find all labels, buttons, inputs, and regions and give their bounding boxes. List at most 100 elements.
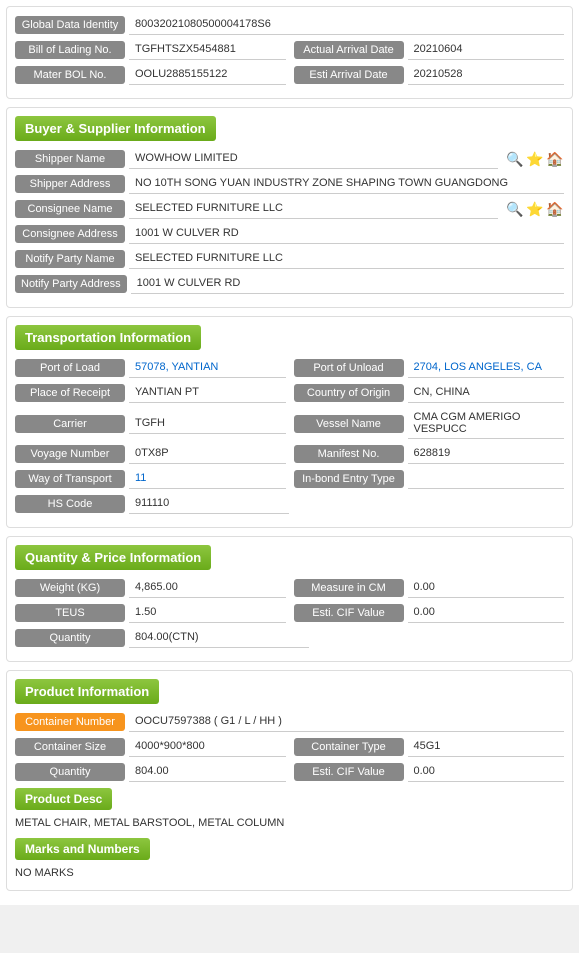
star-icon[interactable]: ⭐	[526, 150, 544, 168]
product-qty-group: Quantity 804.00	[15, 762, 286, 782]
vessel-name-group: Vessel Name CMA CGM AMERIGO VESPUCC	[294, 408, 565, 439]
global-data-identity-row: Global Data Identity 8003202108050000417…	[15, 15, 564, 35]
bol-group: Bill of Lading No. TGFHTSZX5454881	[15, 40, 286, 60]
shipper-name-label: Shipper Name	[15, 150, 125, 168]
port-load-group: Port of Load 57078, YANTIAN	[15, 358, 286, 378]
container-size-row: Container Size 4000*900*800 Container Ty…	[15, 737, 564, 757]
country-origin-value: CN, CHINA	[408, 383, 565, 403]
way-transport-label: Way of Transport	[15, 470, 125, 488]
actual-arrival-group: Actual Arrival Date 20210604	[294, 40, 565, 60]
bol-row: Bill of Lading No. TGFHTSZX5454881 Actua…	[15, 40, 564, 60]
identity-section: Global Data Identity 8003202108050000417…	[6, 6, 573, 99]
actual-arrival-label: Actual Arrival Date	[294, 41, 404, 59]
product-desc-button[interactable]: Product Desc	[15, 788, 112, 810]
hs-code-row: HS Code 911110	[15, 494, 564, 514]
country-origin-label: Country of Origin	[294, 384, 404, 402]
port-load-value: 57078, YANTIAN	[129, 358, 286, 378]
product-header: Product Information	[15, 679, 159, 704]
shipper-address-label: Shipper Address	[15, 175, 125, 193]
manifest-label: Manifest No.	[294, 445, 404, 463]
place-receipt-group: Place of Receipt YANTIAN PT	[15, 383, 286, 403]
shipper-name-icons: 🔍 ⭐ 🏠	[504, 150, 564, 168]
voyage-group: Voyage Number 0TX8P	[15, 444, 286, 464]
way-transport-value: 11	[129, 469, 286, 489]
star-icon-2[interactable]: ⭐	[526, 200, 544, 218]
measure-value: 0.00	[408, 578, 565, 598]
measure-label: Measure in CM	[294, 579, 404, 597]
inbond-label: In-bond Entry Type	[294, 470, 404, 488]
notify-party-address-label: Notify Party Address	[15, 275, 127, 293]
home-icon-2[interactable]: 🏠	[546, 200, 564, 218]
way-transport-group: Way of Transport 11	[15, 469, 286, 489]
home-icon[interactable]: 🏠	[546, 150, 564, 168]
container-size-label: Container Size	[15, 738, 125, 756]
voyage-label: Voyage Number	[15, 445, 125, 463]
product-esti-label: Esti. CIF Value	[294, 763, 404, 781]
notify-party-name-value: SELECTED FURNITURE LLC	[129, 249, 564, 269]
actual-arrival-value: 20210604	[408, 40, 565, 60]
search-icon[interactable]: 🔍	[506, 150, 524, 168]
global-data-identity-value: 80032021080500004178S6	[129, 15, 564, 35]
shipper-name-row: Shipper Name WOWHOW LIMITED 🔍 ⭐ 🏠	[15, 149, 564, 169]
transport-row: Way of Transport 11 In-bond Entry Type	[15, 469, 564, 489]
port-unload-group: Port of Unload 2704, LOS ANGELES, CA	[294, 358, 565, 378]
notify-party-address-value: 1001 W CULVER RD	[131, 274, 564, 294]
vessel-name-label: Vessel Name	[294, 415, 404, 433]
carrier-row: Carrier TGFH Vessel Name CMA CGM AMERIGO…	[15, 408, 564, 439]
product-qty-value: 804.00	[129, 762, 286, 782]
inbond-group: In-bond Entry Type	[294, 469, 565, 489]
product-desc-value: METAL CHAIR, METAL BARSTOOL, METAL COLUM…	[15, 814, 564, 832]
esti-arrival-label: Esti Arrival Date	[294, 66, 404, 84]
esti-cif-value: 0.00	[408, 603, 565, 623]
consignee-name-row: Consignee Name SELECTED FURNITURE LLC 🔍 …	[15, 199, 564, 219]
country-origin-group: Country of Origin CN, CHINA	[294, 383, 565, 403]
marks-numbers-button[interactable]: Marks and Numbers	[15, 838, 150, 860]
container-type-value: 45G1	[408, 737, 565, 757]
container-size-value: 4000*900*800	[129, 737, 286, 757]
container-size-group: Container Size 4000*900*800	[15, 737, 286, 757]
search-icon-2[interactable]: 🔍	[506, 200, 524, 218]
manifest-value: 628819	[408, 444, 565, 464]
teus-value: 1.50	[129, 603, 286, 623]
marks-value: NO MARKS	[15, 864, 564, 882]
quantity-price-section: Quantity & Price Information Weight (KG)…	[6, 536, 573, 662]
quantity-price-header: Quantity & Price Information	[15, 545, 211, 570]
consignee-name-icons: 🔍 ⭐ 🏠	[504, 200, 564, 218]
weight-value: 4,865.00	[129, 578, 286, 598]
qty-value: 804.00(CTN)	[129, 628, 309, 648]
notify-party-name-row: Notify Party Name SELECTED FURNITURE LLC	[15, 249, 564, 269]
receipt-row: Place of Receipt YANTIAN PT Country of O…	[15, 383, 564, 403]
qty-label: Quantity	[15, 629, 125, 647]
mater-bol-row: Mater BOL No. OOLU2885155122 Esti Arriva…	[15, 65, 564, 85]
hs-code-label: HS Code	[15, 495, 125, 513]
voyage-value: 0TX8P	[129, 444, 286, 464]
consignee-name-label: Consignee Name	[15, 200, 125, 218]
consignee-address-label: Consignee Address	[15, 225, 125, 243]
esti-cif-label: Esti. CIF Value	[294, 604, 404, 622]
port-load-row: Port of Load 57078, YANTIAN Port of Unlo…	[15, 358, 564, 378]
mater-bol-group: Mater BOL No. OOLU2885155122	[15, 65, 286, 85]
global-data-identity-label: Global Data Identity	[15, 16, 125, 34]
shipper-name-value: WOWHOW LIMITED	[129, 149, 498, 169]
inbond-value	[408, 469, 565, 489]
transportation-header: Transportation Information	[15, 325, 201, 350]
notify-party-name-label: Notify Party Name	[15, 250, 125, 268]
port-unload-value: 2704, LOS ANGELES, CA	[408, 358, 565, 378]
bol-value: TGFHTSZX5454881	[129, 40, 286, 60]
buyer-supplier-section: Buyer & Supplier Information Shipper Nam…	[6, 107, 573, 308]
buyer-supplier-header: Buyer & Supplier Information	[15, 116, 216, 141]
product-esti-group: Esti. CIF Value 0.00	[294, 762, 565, 782]
carrier-group: Carrier TGFH	[15, 414, 286, 434]
container-number-row: Container Number OOCU7597388 ( G1 / L / …	[15, 712, 564, 732]
port-unload-label: Port of Unload	[294, 359, 404, 377]
notify-party-address-row: Notify Party Address 1001 W CULVER RD	[15, 274, 564, 294]
container-number-label: Container Number	[15, 713, 125, 731]
page-wrapper: Global Data Identity 8003202108050000417…	[0, 0, 579, 905]
mater-bol-label: Mater BOL No.	[15, 66, 125, 84]
place-receipt-label: Place of Receipt	[15, 384, 125, 402]
teus-group: TEUS 1.50	[15, 603, 286, 623]
bol-label: Bill of Lading No.	[15, 41, 125, 59]
hs-code-value: 911110	[129, 494, 289, 514]
shipper-address-row: Shipper Address NO 10TH SONG YUAN INDUST…	[15, 174, 564, 194]
container-type-group: Container Type 45G1	[294, 737, 565, 757]
